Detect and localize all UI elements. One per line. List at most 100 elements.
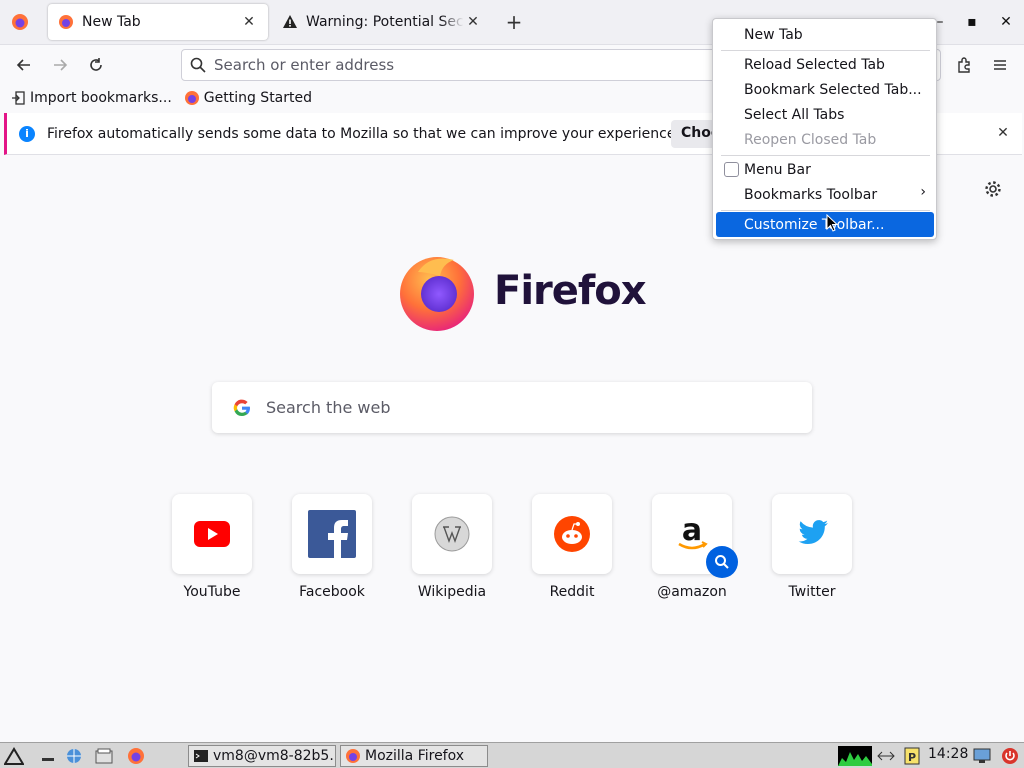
checkbox-icon[interactable] (724, 162, 739, 177)
menu-separator (721, 50, 930, 51)
menu-item-label: Bookmarks Toolbar (744, 186, 878, 203)
facebook-icon (292, 494, 372, 574)
firefox-icon (12, 14, 28, 30)
youtube-icon (172, 494, 252, 574)
cpu-monitor-icon (838, 746, 872, 766)
tile-label: Facebook (299, 584, 365, 600)
hamburger-icon (994, 60, 1006, 70)
bookmark-getting-started[interactable]: Getting Started (184, 90, 312, 106)
tile-label: @amazon (657, 584, 727, 600)
web-search-box[interactable] (212, 382, 812, 433)
search-shortcut-badge (706, 546, 738, 578)
tab-context-menu: New Tab Reload Selected Tab Bookmark Sel… (712, 18, 937, 240)
tile-label: Twitter (788, 584, 836, 600)
menu-item-customize-toolbar[interactable]: Customize Toolbar... (716, 212, 934, 237)
menu-item-bookmark-selected-tab[interactable]: Bookmark Selected Tab... (716, 77, 934, 102)
menu-separator (721, 210, 930, 211)
reload-icon (90, 58, 102, 71)
menu-item-reload-selected-tab[interactable]: Reload Selected Tab (716, 52, 934, 77)
close-icon[interactable]: ✕ (464, 13, 482, 31)
taskbar: vm8@vm8-82b5... Mozilla Firefox P 14:28 (0, 742, 1024, 768)
maximize-button[interactable]: ▪ (962, 12, 982, 32)
keyboard-layout-icon[interactable]: P (902, 746, 922, 766)
search-icon (715, 555, 729, 569)
gear-icon[interactable] (982, 178, 1004, 200)
arrow-right-icon (54, 59, 68, 71)
firefox-logo-icon (400, 257, 474, 331)
clock: 14:28 (928, 746, 969, 762)
address-input[interactable] (214, 56, 714, 74)
import-icon (10, 90, 26, 106)
power-icon[interactable] (1000, 746, 1020, 766)
app-menu-button[interactable] (986, 51, 1014, 79)
svg-text:P: P (908, 751, 916, 764)
mouse-cursor-icon (826, 214, 838, 232)
reload-button[interactable] (82, 51, 110, 79)
close-icon[interactable]: ✕ (240, 13, 258, 31)
top-site-tile[interactable]: a @amazon (652, 494, 738, 600)
close-window-button[interactable]: ✕ (996, 12, 1016, 32)
new-tab-button[interactable]: + (502, 10, 526, 34)
tile-label: Reddit (549, 584, 595, 600)
plus-icon: + (505, 10, 523, 34)
top-site-tile[interactable]: Facebook (292, 494, 372, 600)
firefox-logo: Firefox (396, 250, 647, 332)
menu-item-new-tab[interactable]: New Tab (716, 22, 934, 47)
back-button[interactable] (10, 51, 38, 79)
menu-item-label: Menu Bar (744, 161, 811, 178)
task-firefox[interactable]: Mozilla Firefox (340, 745, 488, 767)
task-label: vm8@vm8-82b5... (213, 748, 336, 764)
firefox-launcher-icon[interactable] (126, 746, 146, 766)
wikipedia-icon (412, 494, 492, 574)
extensions-button[interactable] (950, 51, 978, 79)
twitter-icon (772, 494, 852, 574)
notification-text: Firefox automatically sends some data to… (47, 125, 680, 142)
svg-text:a: a (682, 514, 702, 548)
forward-button[interactable] (46, 51, 74, 79)
menu-item-reopen-closed-tab: Reopen Closed Tab (744, 131, 877, 148)
firefox-icon (58, 14, 74, 30)
web-search-input[interactable] (266, 398, 766, 417)
bookmark-label: Getting Started (203, 90, 313, 106)
tab-new-tab[interactable]: New Tab ✕ (48, 4, 268, 40)
top-site-tile[interactable]: Reddit (532, 494, 612, 600)
brand-wordmark: Firefox (494, 268, 647, 314)
top-sites: YouTube Facebook Wikipedia Reddit a @ama… (172, 494, 892, 600)
top-site-tile[interactable]: Wikipedia (412, 494, 492, 600)
terminal-icon (194, 750, 208, 762)
top-site-tile[interactable]: Twitter (772, 494, 852, 600)
close-icon[interactable]: ✕ (993, 123, 1013, 143)
tab-warning[interactable]: Warning: Potential Security Risk Ahead ✕ (272, 4, 492, 40)
display-icon[interactable] (972, 746, 992, 766)
network-arrows-icon (876, 746, 896, 766)
google-icon (233, 399, 250, 416)
network-icon[interactable] (64, 746, 84, 766)
chevron-right-icon: › (920, 184, 926, 200)
top-site-tile[interactable]: YouTube (172, 494, 252, 600)
file-manager-icon[interactable] (94, 746, 114, 766)
tab-title: Warning: Potential Security Risk Ahead (306, 14, 464, 30)
firefox-icon (346, 749, 360, 763)
reddit-icon (532, 494, 612, 574)
menu-item-bookmarks-toolbar[interactable]: Bookmarks Toolbar › (716, 182, 934, 207)
menu-item-menu-bar[interactable]: Menu Bar (716, 157, 934, 182)
tile-label: YouTube (183, 584, 241, 600)
search-icon (190, 57, 206, 73)
bookmark-import[interactable]: Import bookmarks... (10, 90, 172, 106)
puzzle-icon (958, 57, 970, 73)
menu-item-select-all-tabs[interactable]: Select All Tabs (716, 102, 934, 127)
tab-title: New Tab (82, 14, 141, 30)
tile-label: Wikipedia (417, 584, 487, 600)
warning-icon (282, 14, 298, 30)
task-terminal[interactable]: vm8@vm8-82b5... (188, 745, 336, 767)
new-tab-page: Firefox YouTube Facebook Wikiped (0, 156, 1024, 742)
start-menu-icon[interactable] (4, 746, 24, 766)
info-icon: i (19, 125, 35, 142)
task-label: Mozilla Firefox (365, 748, 465, 764)
firefox-icon (184, 90, 200, 106)
arrow-left-icon (16, 59, 30, 71)
firefox-view-button[interactable] (8, 10, 32, 34)
minimize-all-icon[interactable] (38, 746, 58, 766)
bookmark-label: Import bookmarks... (30, 90, 172, 106)
menu-separator (721, 155, 930, 156)
